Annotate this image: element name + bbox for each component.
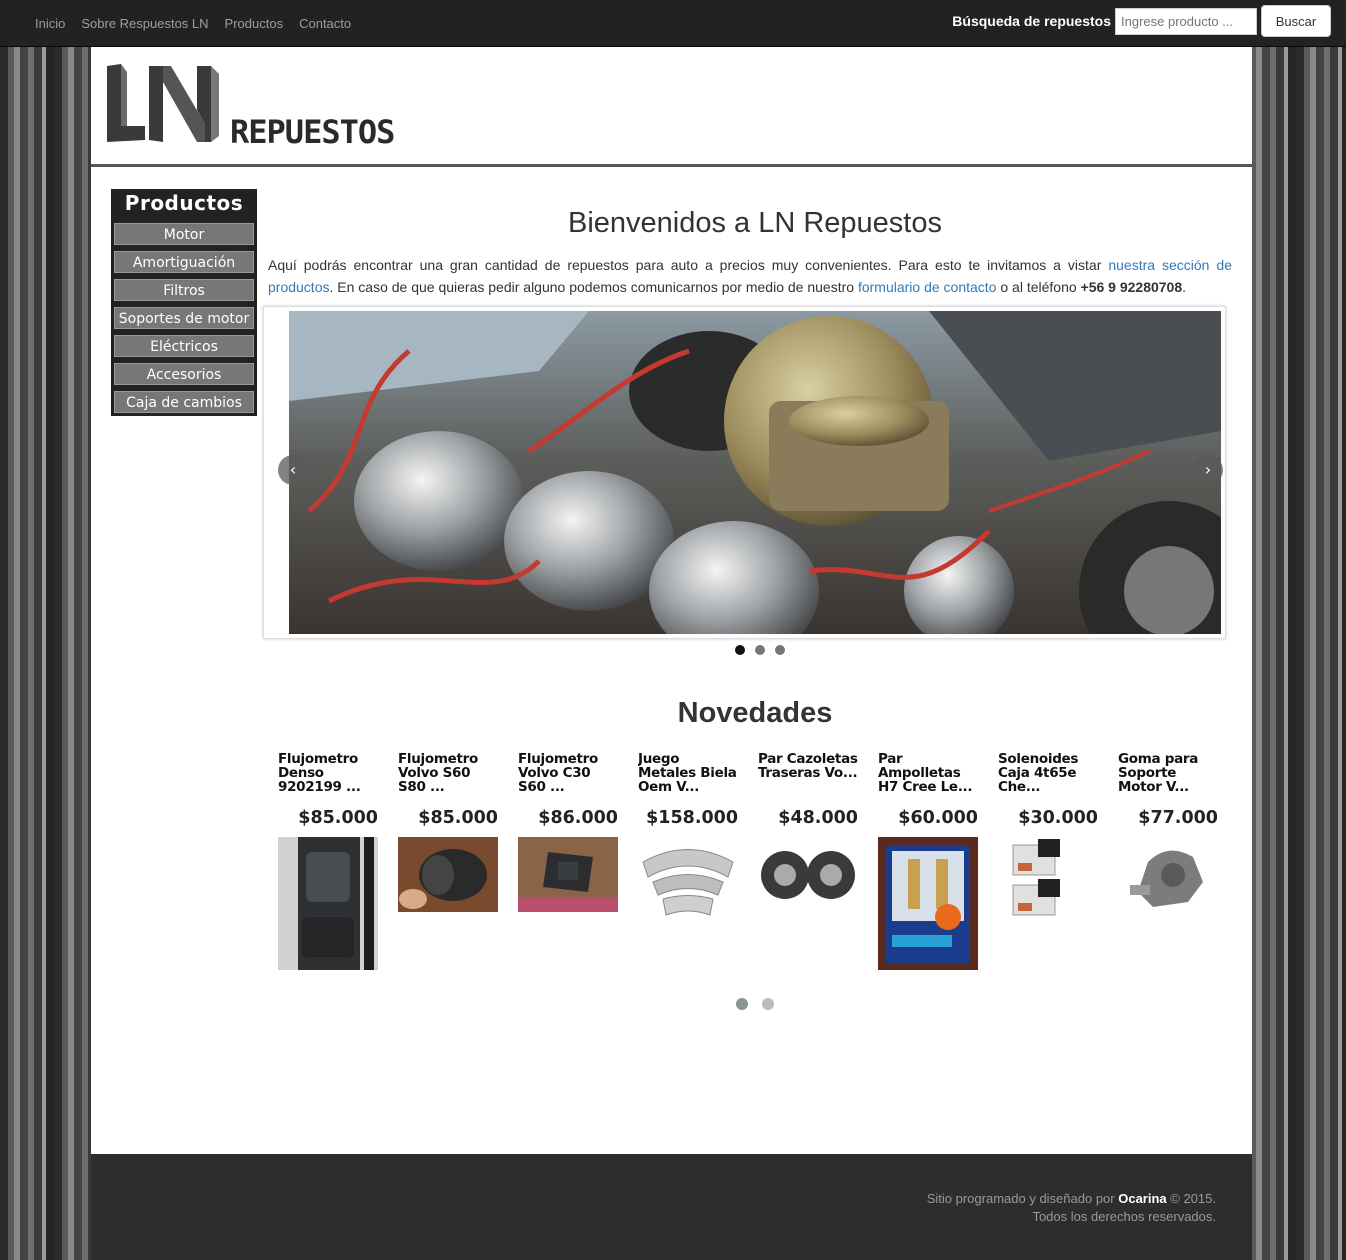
product-card[interactable]: Flujometro Denso 9202199 ... $85.000: [278, 752, 378, 975]
product-card[interactable]: Flujometro Volvo S60 S80 ... $85.000: [398, 752, 498, 917]
product-image[interactable]: [1118, 837, 1218, 912]
ln-repuestos-logo[interactable]: REPUESTOS: [105, 64, 405, 144]
search-form: Búsqueda de repuestos Buscar: [952, 5, 1331, 37]
carousel-dot-2[interactable]: [755, 645, 765, 655]
nav-link-productos[interactable]: Productos: [217, 16, 292, 31]
carousel-dot-3[interactable]: [775, 645, 785, 655]
hero-carousel: ‹ ›: [263, 306, 1226, 639]
site-header: REPUESTOS: [91, 47, 1252, 167]
product-name[interactable]: Flujometro Denso 9202199 ...: [278, 752, 378, 794]
intro-paragraph: Aquí podrás encontrar una gran cantidad …: [268, 257, 1232, 295]
product-price: $85.000: [298, 808, 378, 828]
sidebar-item-soportes[interactable]: Soportes de motor: [114, 307, 254, 329]
product-price: $85.000: [418, 808, 498, 828]
product-price: $60.000: [898, 808, 978, 828]
novedades-dot-1[interactable]: [736, 998, 748, 1010]
product-image[interactable]: [398, 837, 498, 912]
product-price: $77.000: [1138, 808, 1218, 828]
product-name[interactable]: Par Ampolletas H7 Cree Le...: [878, 752, 978, 794]
site-footer: Sitio programado y diseñado por Ocarina …: [91, 1154, 1252, 1260]
product-price: $158.000: [646, 808, 738, 828]
carousel-indicators: [268, 645, 1232, 655]
search-label: Búsqueda de repuestos: [952, 13, 1111, 29]
products-sidebar: Productos Motor Amortiguación Filtros So…: [111, 189, 257, 416]
sidebar-item-motor[interactable]: Motor: [114, 223, 254, 245]
search-input[interactable]: [1115, 7, 1257, 35]
footer-brand-link[interactable]: Ocarina: [1118, 1191, 1166, 1206]
product-card[interactable]: Flujometro Volvo C30 S60 ... $86.000: [518, 752, 618, 917]
product-card[interactable]: Par Cazoletas Traseras Vo... $48.000: [758, 752, 858, 917]
sidebar-item-caja[interactable]: Caja de cambios: [114, 391, 254, 413]
product-name[interactable]: Juego Metales Biela Oem V...: [638, 752, 738, 794]
carousel-dot-1[interactable]: [735, 645, 745, 655]
main-content: Bienvenidos a LN Repuestos Aquí podrás e…: [263, 207, 1232, 1010]
sidebar-item-accesorios[interactable]: Accesorios: [114, 363, 254, 385]
product-name[interactable]: Flujometro Volvo C30 S60 ...: [518, 752, 618, 794]
product-card[interactable]: Juego Metales Biela Oem V... $158.000: [638, 752, 738, 932]
search-button[interactable]: Buscar: [1261, 5, 1331, 37]
product-name[interactable]: Par Cazoletas Traseras Vo...: [758, 752, 858, 794]
product-name[interactable]: Solenoides Caja 4t65e Che...: [998, 752, 1098, 794]
product-image[interactable]: [518, 837, 618, 912]
product-card[interactable]: Par Ampolletas H7 Cree Le... $60.000: [878, 752, 978, 975]
phone-number: +56 9 92280708: [1080, 279, 1183, 295]
sidebar-item-amortiguacion[interactable]: Amortiguación: [114, 251, 254, 273]
sidebar-title: Productos: [124, 191, 244, 215]
footer-rights: Todos los derechos reservados.: [1032, 1209, 1216, 1224]
carousel-prev-button[interactable]: ‹: [278, 455, 308, 485]
carousel-next-button[interactable]: ›: [1193, 455, 1223, 485]
product-name[interactable]: Flujometro Volvo S60 S80 ...: [398, 752, 498, 794]
nav-link-sobre[interactable]: Sobre Respuestos LN: [73, 16, 216, 31]
nav-link-contacto[interactable]: Contacto: [291, 16, 359, 31]
main-container: REPUESTOS Productos Motor Amortiguación …: [91, 47, 1252, 1154]
contact-form-link[interactable]: formulario de contacto: [858, 279, 997, 295]
product-card[interactable]: Goma para Soporte Motor V... $77.000: [1118, 752, 1218, 917]
novedades-dot-2[interactable]: [762, 998, 774, 1010]
product-image[interactable]: [998, 837, 1098, 922]
product-price: $48.000: [778, 808, 858, 828]
top-navbar: Inicio Sobre Respuestos LN Productos Con…: [0, 0, 1346, 47]
logo-wordmark: REPUESTOS: [230, 113, 394, 144]
product-image[interactable]: [758, 837, 858, 912]
novedades-indicators: [268, 998, 1232, 1010]
nav-link-inicio[interactable]: Inicio: [27, 16, 73, 31]
nav-links: Inicio Sobre Respuestos LN Productos Con…: [27, 0, 359, 47]
product-price: $86.000: [538, 808, 618, 828]
carousel-slide-engine: [289, 311, 1221, 634]
product-image[interactable]: [278, 837, 378, 970]
product-price: $30.000: [1018, 808, 1098, 828]
novedades-title: Novedades: [677, 697, 833, 729]
sidebar-item-electricos[interactable]: Eléctricos: [114, 335, 254, 357]
footer-text: Sitio programado y diseñado por Ocarina …: [926, 1191, 1216, 1224]
product-card[interactable]: Solenoides Caja 4t65e Che... $30.000: [998, 752, 1098, 927]
engine-bay-image: [289, 311, 1221, 634]
product-image[interactable]: [878, 837, 978, 970]
product-image[interactable]: [638, 837, 738, 927]
welcome-title: Bienvenidos a LN Repuestos: [567, 207, 942, 239]
sidebar-item-filtros[interactable]: Filtros: [114, 279, 254, 301]
product-name[interactable]: Goma para Soporte Motor V...: [1118, 752, 1218, 794]
